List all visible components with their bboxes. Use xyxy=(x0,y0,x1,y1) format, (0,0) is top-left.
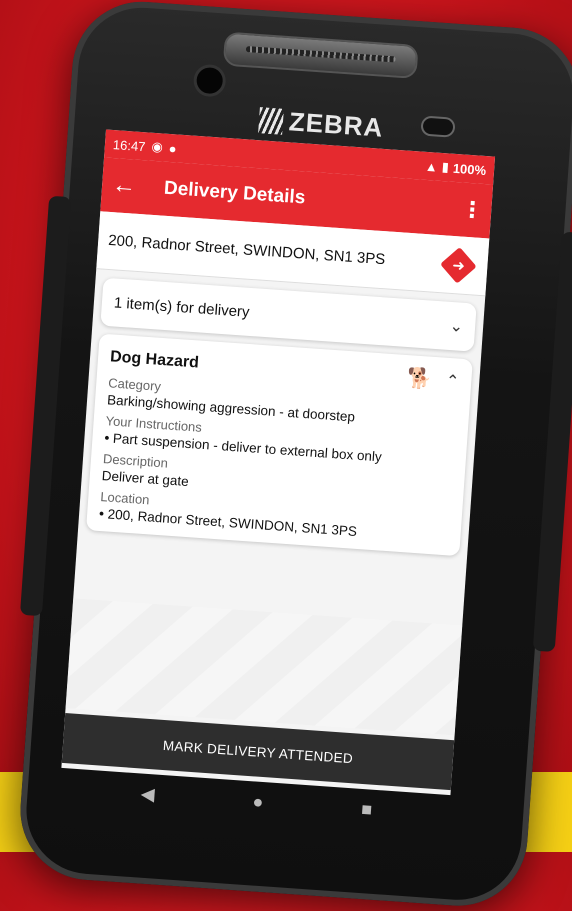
delivery-address: 200, Radnor Street, SWINDON, SN1 3PS xyxy=(107,231,386,269)
arrow-left-icon[interactable]: ← xyxy=(111,171,153,202)
signal-icon: ▲ xyxy=(424,158,439,175)
brand-name: ZEBRA xyxy=(287,106,385,143)
battery-icon: ▮ xyxy=(441,159,450,175)
chevron-up-icon[interactable]: ⌃ xyxy=(445,370,460,391)
dog-icon: 🐕 xyxy=(406,367,433,391)
recents-nav-icon[interactable]: ■ xyxy=(361,799,373,821)
back-nav-icon[interactable]: ◀ xyxy=(140,784,155,806)
directions-icon[interactable]: ➜ xyxy=(440,246,477,284)
hazard-card: Dog Hazard 🐕 ⌃ Category Barking/showing … xyxy=(86,333,473,557)
screen: 16:47 ◉ ● ▲ ▮ 100% ← Delivery Details ⋮ … xyxy=(61,129,496,796)
background-pattern xyxy=(65,598,463,736)
items-label: 1 item(s) for delivery xyxy=(113,293,251,321)
phone-speaker xyxy=(222,31,419,79)
phone-side-button-left xyxy=(19,195,72,617)
wifi-icon: ◉ xyxy=(150,138,164,155)
status-time: 16:47 xyxy=(112,136,147,154)
home-nav-icon[interactable]: ● xyxy=(252,791,264,813)
zebra-logo-icon xyxy=(258,106,284,135)
proximity-sensor xyxy=(420,115,456,138)
brand-logo: ZEBRA xyxy=(258,104,384,144)
page-title: Delivery Details xyxy=(163,177,306,209)
phone-device: ZEBRA 16:47 ◉ ● ▲ ▮ 100% ← Delivery Deta… xyxy=(15,0,572,911)
front-camera xyxy=(192,63,227,98)
more-vert-icon[interactable]: ⋮ xyxy=(460,196,484,223)
chevron-down-icon[interactable]: ⌄ xyxy=(449,316,464,337)
battery-level: 100% xyxy=(452,160,487,178)
phone-side-button-right xyxy=(532,231,572,653)
notification-icon: ● xyxy=(168,140,178,156)
